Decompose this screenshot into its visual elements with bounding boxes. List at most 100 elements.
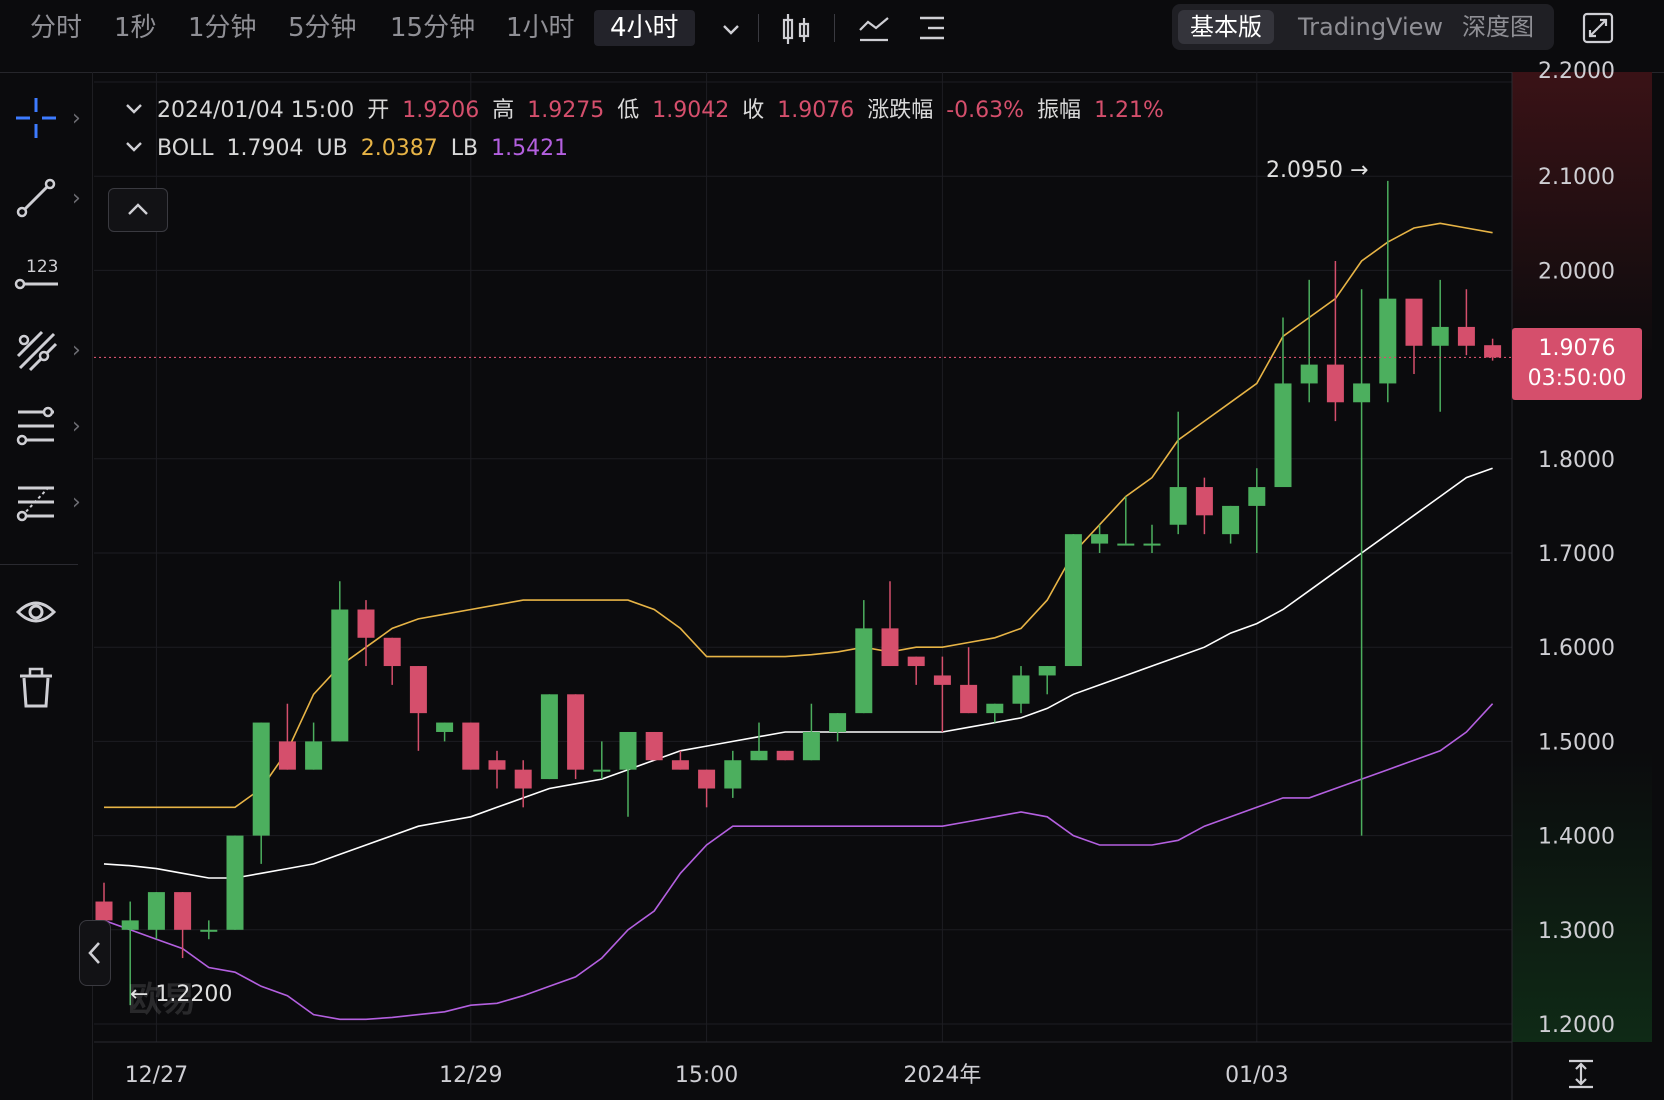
indicator-icon[interactable]	[858, 12, 890, 44]
view-mode-switch: 基本版 TradingView 深度图	[1172, 4, 1554, 50]
price-tick-label: 1.7000	[1538, 542, 1615, 567]
chevron-down-icon[interactable]	[124, 98, 144, 124]
candle-up	[305, 741, 323, 770]
candle-down	[1405, 298, 1423, 346]
view-tradingview[interactable]: TradingView	[1286, 10, 1455, 44]
price-axis-bg	[1512, 72, 1652, 1042]
candle-down	[960, 684, 978, 714]
price-label-tool[interactable]: 123	[14, 252, 86, 298]
candle-down	[278, 741, 296, 770]
boll-lb-label: LB	[450, 136, 479, 161]
legend-datetime: 2024/01/04 15:00	[157, 98, 355, 123]
candle-up	[1064, 534, 1082, 667]
chevron-right-icon: ›	[72, 186, 81, 211]
candle-up	[1353, 383, 1371, 403]
pattern-icon	[16, 330, 58, 372]
boll-lb-value: 1.5421	[491, 136, 569, 161]
svg-text:123: 123	[26, 257, 58, 277]
change-value: -0.63%	[946, 98, 1025, 123]
low-value: 1.9042	[652, 98, 730, 123]
price-tick-label: 2.1000	[1538, 165, 1615, 190]
time-axis: 12/27 12/29 15:00 2024年 01/03	[125, 1063, 1289, 1088]
boll-upper-line	[104, 222, 1493, 809]
candle-down	[1326, 364, 1344, 403]
last-price-tag: 1.9076 03:50:00	[1512, 328, 1642, 400]
collapse-toolbar-handle[interactable]	[79, 920, 111, 986]
time-tick-label: 15:00	[675, 1063, 738, 1088]
price-tick-label: 1.6000	[1538, 636, 1615, 661]
candle-down	[409, 666, 427, 714]
price-tick-label: 1.5000	[1538, 730, 1615, 755]
boll-legend: BOLL 1.7904 UB 2.0387 LB 1.5421	[124, 136, 574, 162]
collapse-legend-button[interactable]	[108, 188, 168, 232]
candles	[94, 180, 1512, 1006]
candle-down	[1195, 487, 1213, 516]
candle-up	[1248, 487, 1266, 506]
timeframe-tab[interactable]: 1秒	[114, 10, 157, 46]
candle-up	[540, 694, 558, 780]
price-tick-label: 1.2000	[1538, 1013, 1615, 1038]
candle-down	[776, 750, 794, 761]
open-label: 开	[367, 98, 390, 123]
fullscreen-icon[interactable]	[1582, 12, 1614, 44]
fib-extension-icon	[16, 486, 54, 522]
price-tick-label: 1.3000	[1538, 919, 1615, 944]
timeframe-tab[interactable]: 1小时	[506, 10, 575, 46]
fib-extension-tool[interactable]: ›	[14, 480, 86, 526]
amplitude-label: 振幅	[1037, 98, 1082, 123]
view-basic[interactable]: 基本版	[1178, 10, 1274, 44]
axis-scale-icon[interactable]	[1566, 1058, 1596, 1090]
close-label: 收	[742, 98, 765, 123]
candle-up	[1117, 543, 1135, 546]
divider	[0, 564, 78, 565]
boll-ub-label: UB	[316, 136, 348, 161]
candle-down	[174, 892, 192, 930]
candle-up	[724, 760, 742, 789]
trash-icon	[20, 667, 52, 708]
time-tick-label: 2024年	[903, 1063, 981, 1088]
settings-list-icon[interactable]	[918, 12, 950, 44]
candle-up	[436, 722, 454, 732]
candlestick-chart[interactable]: 2.20002.10002.00001.80001.70001.60001.50…	[0, 0, 1664, 1100]
top-toolbar: 分时 1秒 1分钟 5分钟 15分钟 1小时 4小时 基本版 TradingVi…	[0, 0, 1664, 73]
price-tick-label: 1.8000	[1538, 448, 1615, 473]
candle-down	[698, 769, 716, 789]
timeframe-tab[interactable]: 1分钟	[188, 10, 257, 46]
crosshair-tool[interactable]: ›	[14, 96, 86, 142]
candle-up	[147, 892, 165, 930]
bollinger-bands	[103, 222, 1494, 1021]
pattern-tool[interactable]: ›	[14, 328, 86, 374]
amplitude-value: 1.21%	[1094, 98, 1164, 123]
view-depth[interactable]: 深度图	[1450, 10, 1546, 44]
candle-up	[121, 920, 139, 930]
candle-up	[593, 769, 611, 772]
watermark-logo: 欧易	[128, 980, 196, 1020]
candle-up	[226, 835, 244, 930]
chevron-right-icon: ›	[72, 338, 81, 363]
delete-drawings-button[interactable]	[14, 666, 86, 712]
price-tick-label: 1.4000	[1538, 825, 1615, 850]
timeframe-tab[interactable]: 5分钟	[288, 10, 357, 46]
candle-up	[1012, 675, 1030, 704]
low-label: 低	[617, 98, 640, 123]
time-tick-label: 12/27	[125, 1063, 188, 1088]
trendline-icon	[16, 178, 56, 218]
candle-down	[357, 609, 375, 638]
candle-up	[802, 731, 820, 761]
chevron-down-icon[interactable]	[720, 18, 742, 40]
high-label: 高	[492, 98, 515, 123]
candle-down	[488, 760, 506, 770]
candle-up	[1274, 383, 1292, 488]
candle-up	[331, 609, 349, 742]
last-price: 1.9076	[1538, 336, 1616, 361]
chevron-down-icon[interactable]	[124, 136, 144, 162]
trendline-tool[interactable]: ›	[14, 176, 86, 222]
fib-tool[interactable]: ›	[14, 404, 86, 450]
timeframe-tab-active[interactable]: 4小时	[594, 10, 695, 46]
toggle-visibility-button[interactable]	[14, 590, 86, 636]
candlestick-icon[interactable]	[780, 12, 812, 46]
candle-up	[986, 703, 1004, 714]
timeframe-tab[interactable]: 分时	[30, 10, 82, 46]
high-annotation: 2.0950 →	[1266, 158, 1369, 183]
timeframe-tab[interactable]: 15分钟	[390, 10, 475, 46]
